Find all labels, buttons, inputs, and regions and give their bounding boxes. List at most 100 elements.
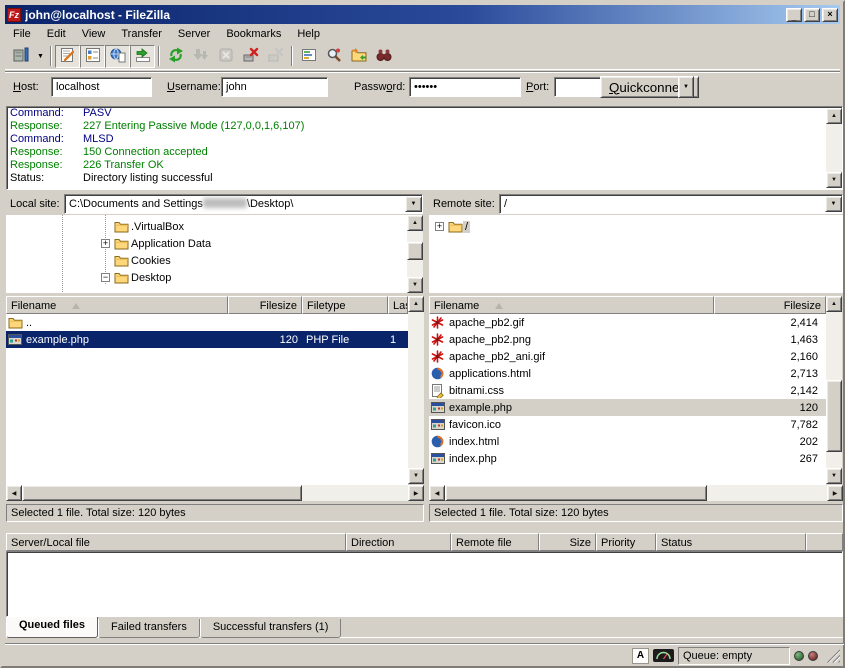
process-queue-button[interactable] [188,45,213,68]
scroll-up-icon[interactable]: ▲ [408,296,424,312]
compare-button[interactable] [321,45,346,68]
remote-hscrollbar[interactable]: ◀ ▶ [429,485,843,501]
scroll-left-icon[interactable]: ◀ [6,485,22,501]
refresh-button[interactable] [163,45,188,68]
expand-plus-icon[interactable]: + [101,239,110,248]
local-path-combobox[interactable]: C:\Documents and Settings\Desktop\ [64,194,423,214]
column-header-filename[interactable]: Filename [429,296,714,314]
scroll-down-icon[interactable]: ▼ [826,468,842,484]
username-input[interactable]: john [221,77,328,97]
tree-item[interactable]: +/ [429,218,843,235]
toggle-queue-button[interactable] [130,45,155,68]
tab-failed-transfers[interactable]: Failed transfers [98,619,200,638]
queue-column-direction[interactable]: Direction [346,533,451,551]
scroll-right-icon[interactable]: ▶ [408,485,424,501]
column-header-filesize[interactable]: Filesize [228,296,302,314]
local-path-dropdown-icon[interactable]: ▼ [405,196,422,212]
queue-column-priority[interactable]: Priority [596,533,656,551]
apache-file-icon [431,350,446,363]
file-row[interactable]: favicon.ico 7,782 [429,416,826,433]
local-hscrollbar[interactable]: ◀ ▶ [6,485,424,501]
file-row[interactable]: applications.html 2,713 [429,365,826,382]
file-row[interactable]: bitnami.css 2,142 [429,382,826,399]
remote-path-dropdown-icon[interactable]: ▼ [825,196,842,212]
resize-grip[interactable] [826,649,840,663]
site-manager-button[interactable] [9,45,34,68]
synchronized-browsing-button[interactable] [346,45,371,68]
toggle-remote-tree-button[interactable] [105,45,130,68]
scroll-thumb[interactable] [826,380,842,452]
close-button[interactable]: × [822,8,838,22]
scroll-up-icon[interactable]: ▲ [826,108,842,124]
file-row[interactable]: apache_pb2.png 1,463 [429,331,826,348]
tree-item[interactable]: +Application Data [6,235,407,252]
expand-plus-icon[interactable]: + [435,222,444,231]
scroll-thumb[interactable] [445,485,707,501]
column-header-filetype[interactable]: Filetype [302,296,388,314]
compare-icon [326,47,342,66]
toggle-local-tree-button[interactable] [80,45,105,68]
column-header-filename[interactable]: Filename [6,296,228,314]
queue-column-remote-file[interactable]: Remote file [451,533,539,551]
reconnect-button[interactable] [263,45,288,68]
scroll-right-icon[interactable]: ▶ [827,485,843,501]
filter-button[interactable] [296,45,321,68]
tree-item-label: / [463,221,470,233]
tab-queued-files[interactable]: Queued files [6,617,98,638]
menu-bookmarks[interactable]: Bookmarks [218,26,289,42]
remote-path-combobox[interactable]: / [499,194,843,214]
cancel-button[interactable] [213,45,238,68]
queue-column-status[interactable]: Status [656,533,806,551]
tree-item[interactable]: Cookies [6,252,407,269]
scroll-down-icon[interactable]: ▼ [407,277,423,293]
transfer-type-ascii-icon[interactable]: A [632,648,649,664]
scroll-down-icon[interactable]: ▼ [826,172,842,188]
menu-server[interactable]: Server [170,26,218,42]
menu-help[interactable]: Help [289,26,328,42]
file-row[interactable]: example.php 120 [429,399,826,416]
file-name: applications.html [429,367,714,380]
minimize-button[interactable]: _ [786,8,802,22]
password-input[interactable]: •••••• [409,77,521,97]
file-row[interactable]: .. [6,314,408,331]
scroll-thumb[interactable] [407,242,423,260]
file-row[interactable]: apache_pb2_ani.gif 2,160 [429,348,826,365]
speed-limit-icon[interactable] [653,649,674,662]
scroll-up-icon[interactable]: ▲ [407,215,423,231]
toggle-message-log-button[interactable] [55,45,80,68]
site-manager-dropdown-icon[interactable]: ▼ [34,45,47,68]
log-line-text: PASV [83,107,112,120]
remote-list-scrollbar[interactable]: ▲ ▼ [826,296,842,484]
menu-edit[interactable]: Edit [39,26,74,42]
maximize-button[interactable]: □ [804,8,820,22]
file-row[interactable]: apache_pb2.gif 2,414 [429,314,826,331]
queue-column-server-local-file[interactable]: Server/Local file [6,533,346,551]
queue-column-size[interactable]: Size [539,533,596,551]
host-input[interactable]: localhost [51,77,152,97]
menu-file[interactable]: File [5,26,39,42]
menu-transfer[interactable]: Transfer [113,26,170,42]
file-row[interactable]: index.php 267 [429,450,826,467]
scroll-down-icon[interactable]: ▼ [408,468,424,484]
tab-successful-transfers-1[interactable]: Successful transfers (1) [200,619,342,638]
quickconnect-dropdown-icon[interactable]: ▼ [678,76,694,98]
tree-item[interactable]: −Desktop [6,269,407,286]
collapse-minus-icon[interactable]: − [101,273,110,282]
tree-item[interactable]: .VirtualBox [6,218,407,235]
local-list-scrollbar[interactable]: ▲ ▼ [408,296,424,484]
find-button[interactable] [371,45,396,68]
scroll-thumb[interactable] [22,485,302,501]
scroll-up-icon[interactable]: ▲ [826,296,842,312]
scroll-left-icon[interactable]: ◀ [429,485,445,501]
file-row[interactable]: example.php 120 PHP File 1 [6,331,408,348]
local-tree-scrollbar[interactable]: ▲ ▼ [407,215,423,293]
column-header-last-modified[interactable]: Last modified [388,296,408,314]
log-line: Response:150 Connection accepted [7,146,842,159]
log-scrollbar[interactable]: ▲ ▼ [826,108,842,188]
disconnect-button[interactable] [238,45,263,68]
menu-view[interactable]: View [74,26,114,42]
file-row[interactable]: index.html 202 [429,433,826,450]
column-header-filesize[interactable]: Filesize [714,296,826,314]
port-input[interactable] [554,77,601,97]
transfer-queue-list[interactable] [6,551,843,617]
